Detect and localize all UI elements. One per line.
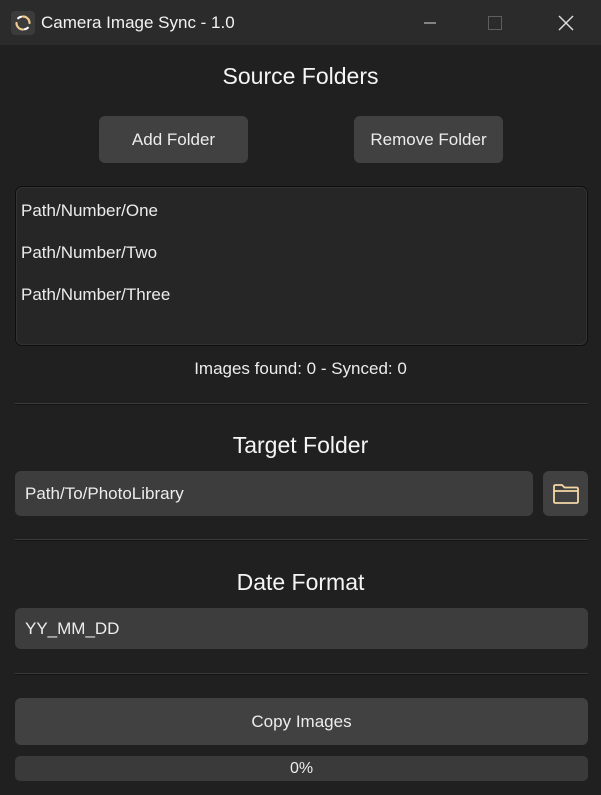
close-button[interactable]	[531, 0, 601, 45]
list-item[interactable]: Path/Number/One	[21, 201, 158, 221]
divider	[15, 539, 588, 541]
copy-images-button[interactable]: Copy Images	[15, 698, 588, 745]
divider	[15, 403, 588, 405]
source-folder-list[interactable]: Path/Number/One Path/Number/Two Path/Num…	[15, 186, 588, 346]
app-window: Camera Image Sync - 1.0 Source Folders A…	[0, 0, 601, 795]
browse-folder-button[interactable]	[543, 471, 588, 516]
maximize-icon	[488, 15, 502, 30]
folder-icon	[552, 483, 579, 504]
source-folders-heading: Source Folders	[222, 63, 379, 89]
target-folder-input[interactable]: Path/To/PhotoLibrary	[15, 471, 533, 516]
target-folder-heading: Target Folder	[232, 432, 369, 458]
close-icon	[558, 15, 574, 30]
title-bar[interactable]: Camera Image Sync - 1.0	[0, 0, 601, 45]
divider	[15, 673, 588, 675]
progress-bar: 0%	[15, 756, 588, 781]
maximize-button[interactable]	[460, 0, 530, 45]
list-item[interactable]: Path/Number/Three	[21, 285, 170, 305]
remove-folder-button[interactable]: Remove Folder	[354, 116, 503, 163]
add-folder-button[interactable]: Add Folder	[99, 116, 248, 163]
sync-icon	[11, 11, 35, 35]
date-format-input[interactable]: YY_MM_DD	[15, 608, 588, 649]
minimize-button[interactable]	[395, 0, 465, 45]
progress-label: 0%	[289, 759, 314, 777]
images-status-text: Images found: 0 - Synced: 0	[194, 359, 407, 378]
date-format-heading: Date Format	[236, 569, 365, 595]
window-title: Camera Image Sync - 1.0	[41, 13, 235, 32]
minimize-icon	[424, 22, 436, 23]
list-item[interactable]: Path/Number/Two	[21, 243, 157, 263]
